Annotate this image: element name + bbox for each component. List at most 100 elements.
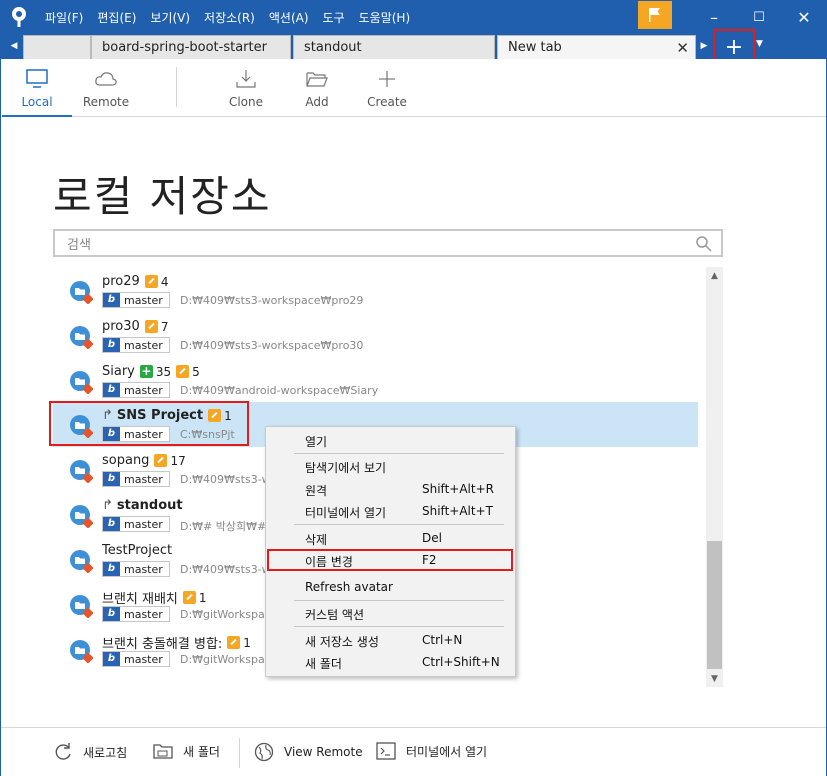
modified-badge-icon	[176, 365, 190, 378]
folder-open-icon	[306, 72, 328, 87]
ctx-open-label: 열기	[305, 435, 328, 449]
ctx-remote[interactable]: 원격 Shift+Alt+R	[266, 478, 515, 500]
menu-tools[interactable]: 도구	[323, 9, 345, 26]
tab-close-icon[interactable]: ✕	[676, 39, 689, 57]
tab-board-spring-boot-starter[interactable]: board-spring-boot-starter	[91, 35, 291, 59]
menu-view[interactable]: 보기(V)	[150, 9, 190, 26]
ctx-separator	[294, 524, 504, 525]
search-placeholder: 검색	[67, 237, 91, 253]
menu-help[interactable]: 도움말(H)	[359, 9, 411, 26]
tab-standout[interactable]: standout	[293, 35, 495, 59]
ctx-open[interactable]: 열기	[266, 429, 515, 451]
refresh-label: 새로고침	[83, 745, 128, 760]
ctx-new-folder[interactable]: 새 폴더 Ctrl+Shift+N	[266, 651, 515, 673]
repo-name-label: TestProject	[102, 543, 173, 558]
menu-edit[interactable]: 편집(E)	[97, 9, 136, 26]
repo-path: D:₩409₩android-workspace₩Siary	[180, 384, 379, 397]
repo-folder-icon	[70, 326, 93, 349]
repo-name: pro30 7	[102, 319, 168, 334]
repo-row[interactable]: pro29 4 b master D:₩409₩sts3-workspace₩pro29	[53, 268, 698, 313]
repo-folder-icon	[70, 550, 93, 573]
tab-new-tab[interactable]: New tab ✕	[497, 35, 696, 59]
repo-path: D:₩# 박상희₩#.	[180, 520, 270, 533]
app-logo-icon	[12, 7, 26, 27]
tab-scroll-left-icon[interactable]: ◀	[5, 33, 23, 59]
repo-name-label: Siary	[102, 364, 135, 379]
repo-row[interactable]: Siary +35 5 b master D:₩409₩android-workspace…	[53, 358, 698, 403]
ctx-new-repo-label: 새 저장소 생성	[305, 635, 379, 649]
modified-count: 17	[170, 453, 186, 468]
flag-button[interactable]	[638, 1, 672, 29]
repo-name: sopang 17	[102, 453, 186, 468]
ctx-show-in-explorer[interactable]: 탐색기에서 보기	[266, 455, 515, 477]
menu-repository[interactable]: 저장소(R)	[204, 9, 255, 26]
added-count: 35	[155, 364, 172, 379]
scroll-up-icon[interactable]: ▲	[706, 267, 723, 284]
ctx-new-repo[interactable]: 새 저장소 생성 Ctrl+N	[266, 629, 515, 651]
search-input[interactable]: 검색	[53, 229, 723, 257]
branch-label: master	[124, 383, 163, 397]
ctx-custom-actions[interactable]: 커스텀 액션	[266, 602, 515, 624]
repo-row[interactable]: pro30 7 b master D:₩409₩sts3-workspace₩pro30	[53, 313, 698, 358]
modified-badge-icon	[227, 636, 241, 649]
open-terminal-button[interactable]: 터미널에서 열기	[376, 742, 487, 760]
modified-count: 5	[192, 364, 200, 379]
local-button[interactable]: Local	[2, 59, 72, 117]
refresh-button[interactable]: 새로고침	[53, 742, 127, 762]
modified-count: 1	[198, 590, 207, 605]
ctx-show-in-explorer-label: 탐색기에서 보기	[305, 461, 387, 475]
local-label: Local	[21, 95, 53, 109]
view-remote-button[interactable]: View Remote	[254, 742, 363, 762]
repo-name: Siary +35 5	[102, 364, 200, 379]
branch-icon: b	[103, 293, 120, 307]
menu-actions[interactable]: 액션(A)	[269, 9, 309, 26]
create-button[interactable]: Create	[352, 59, 422, 117]
repo-folder-icon	[70, 460, 93, 483]
toolbar-divider	[176, 67, 177, 107]
modified-badge-icon	[144, 320, 158, 333]
ctx-open-in-terminal-shortcut: Shift+Alt+T	[422, 504, 493, 518]
ctx-refresh-avatar[interactable]: Refresh avatar	[266, 576, 515, 598]
ctx-open-in-terminal[interactable]: 터미널에서 열기 Shift+Alt+T	[266, 500, 515, 522]
remote-button[interactable]: Remote	[71, 59, 141, 117]
page-title: 로컬 저장소	[53, 172, 272, 221]
menu-file[interactable]: 파일(F)	[45, 9, 83, 26]
modified-count: 1	[243, 635, 251, 650]
ctx-delete[interactable]: 삭제 Del	[266, 527, 515, 549]
ctx-custom-actions-label: 커스텀 액션	[305, 608, 365, 622]
repo-name: ↱ standout	[102, 498, 183, 513]
branch-label: master	[124, 652, 163, 666]
branch-label: master	[124, 517, 163, 531]
add-button[interactable]: Add	[282, 59, 352, 117]
repo-path: D:₩409₩sts3-workspace₩pro30	[180, 339, 364, 352]
repo-name-label: standout	[116, 498, 183, 513]
ctx-new-folder-shortcut: Ctrl+Shift+N	[422, 655, 500, 669]
tab-scroll-right-icon[interactable]: ▶	[695, 33, 713, 59]
clone-label: Clone	[228, 95, 264, 109]
branch-icon: b	[103, 338, 120, 352]
tab-label: New tab	[508, 40, 562, 55]
scroll-thumb[interactable]	[707, 541, 722, 669]
new-folder-button[interactable]: 새 폴더	[153, 742, 220, 760]
branch-label: master	[124, 472, 163, 486]
branch-tag: b master	[102, 382, 170, 398]
close-button[interactable]: ✕	[782, 1, 826, 33]
branch-tag: b master	[102, 651, 170, 667]
tab-blank[interactable]	[23, 35, 91, 59]
tab-dropdown-icon[interactable]: ▼	[756, 39, 763, 49]
scroll-down-icon[interactable]: ▼	[706, 670, 723, 687]
remote-label: Remote	[82, 95, 130, 109]
repo-name-label: sopang	[102, 453, 150, 468]
repo-folder-icon	[70, 281, 93, 304]
scrollbar[interactable]: ▲ ▼	[706, 267, 723, 687]
app-window: 파일(F) 편집(E) 보기(V) 저장소(R) 액션(A) 도구 도움말(H)…	[0, 0, 827, 776]
ctx-refresh-avatar-label: Refresh avatar	[305, 580, 393, 594]
branch-icon: b	[103, 652, 120, 666]
ctx-new-repo-shortcut: Ctrl+N	[422, 633, 463, 647]
repo-name: 브랜치 충돌해결 병합: 1	[102, 633, 251, 653]
branch-tag: b master	[102, 561, 170, 577]
repo-name: TestProject	[102, 543, 172, 558]
tab-bar: ◀ board-spring-boot-starter standout New…	[1, 33, 826, 59]
clone-button[interactable]: Clone	[211, 59, 281, 117]
repo-path: D:₩409₩sts3-wo	[180, 563, 278, 576]
